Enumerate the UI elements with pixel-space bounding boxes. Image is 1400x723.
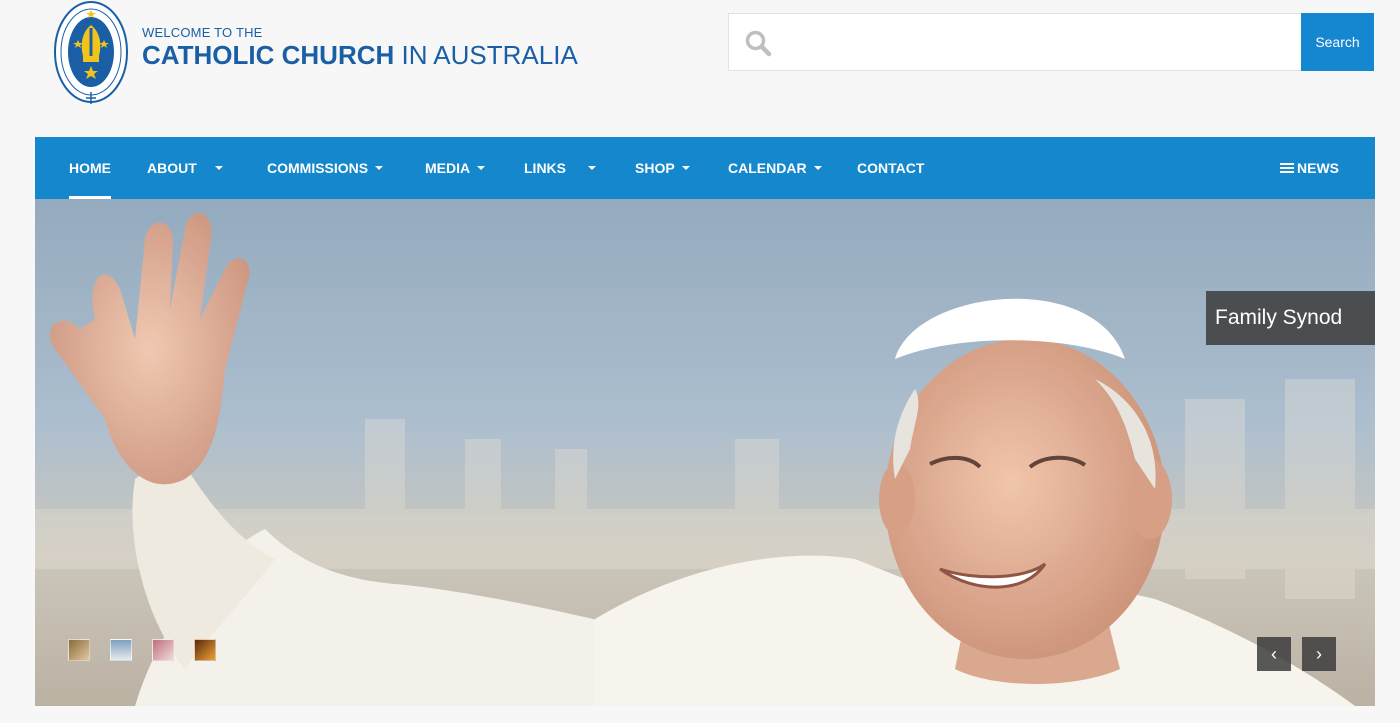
- bishops-conference-seal-icon[interactable]: [52, 0, 130, 106]
- nav-item-label: HOME: [69, 160, 111, 176]
- hamburger-menu-icon: [1280, 163, 1294, 174]
- nav-item-about[interactable]: ABOUT: [147, 137, 223, 199]
- slide-caption[interactable]: Family Synod: [1206, 291, 1375, 345]
- nav-item-commissions[interactable]: COMMISSIONS: [267, 137, 384, 199]
- caret-down-icon: [214, 166, 223, 171]
- nav-item-label: CONTACT: [857, 160, 925, 176]
- logo-title-strong: CATHOLIC CHURCH: [142, 40, 395, 70]
- nav-item-label: ABOUT: [147, 160, 197, 176]
- nav-item-label: CALENDAR: [728, 160, 807, 176]
- page: WELCOME TO THE CATHOLIC CHURCH IN AUSTRA…: [0, 0, 1400, 723]
- nav-item-label: LINKS: [524, 160, 566, 176]
- nav-item-media[interactable]: MEDIA: [425, 137, 486, 199]
- nav-item-links[interactable]: LINKS: [524, 137, 596, 199]
- nav-item-contact[interactable]: CONTACT: [857, 137, 924, 199]
- caret-down-icon: [375, 166, 384, 171]
- chevron-left-icon[interactable]: ‹: [1257, 637, 1291, 671]
- search-input[interactable]: [785, 14, 1299, 72]
- chevron-right-icon[interactable]: ›: [1302, 637, 1336, 671]
- caret-down-icon: [813, 166, 822, 171]
- nav-item-label: COMMISSIONS: [267, 160, 369, 176]
- nav-item-calendar[interactable]: CALENDAR: [728, 137, 822, 199]
- caret-down-icon: [477, 166, 486, 171]
- slide-thumbnail-4[interactable]: [194, 639, 216, 661]
- nav-news-label: NEWS: [1297, 160, 1339, 176]
- site-header: WELCOME TO THE CATHOLIC CHURCH IN AUSTRA…: [0, 0, 1400, 137]
- search-icon: [745, 30, 772, 57]
- search-button[interactable]: Search: [1301, 13, 1374, 71]
- nav-item-home[interactable]: HOME: [69, 137, 111, 199]
- search-box: [728, 13, 1374, 72]
- slide-thumbnail-2[interactable]: [110, 639, 132, 661]
- logo-title: CATHOLIC CHURCH IN AUSTRALIA: [142, 40, 578, 70]
- caret-down-icon: [588, 166, 596, 171]
- site-logo-text[interactable]: WELCOME TO THE CATHOLIC CHURCH IN AUSTRA…: [142, 25, 578, 71]
- hero-slider[interactable]: Family Synod ‹ ›: [35, 199, 1375, 706]
- nav-item-shop[interactable]: SHOP: [635, 137, 690, 199]
- nav-news-button[interactable]: NEWS: [1280, 137, 1339, 199]
- nav-item-label: SHOP: [635, 160, 675, 176]
- slide-thumbnail-1[interactable]: [68, 639, 90, 661]
- slide-thumbnail-3[interactable]: [152, 639, 174, 661]
- logo-tagline: WELCOME TO THE: [142, 25, 263, 40]
- nav-item-label: MEDIA: [425, 160, 471, 176]
- main-nav: HOME ABOUT COMMISSIONS MEDIA LINKS SHOP …: [35, 137, 1375, 199]
- slide-image: [35, 199, 1375, 706]
- caret-down-icon: [681, 166, 690, 171]
- logo-title-light: IN AUSTRALIA: [401, 40, 578, 70]
